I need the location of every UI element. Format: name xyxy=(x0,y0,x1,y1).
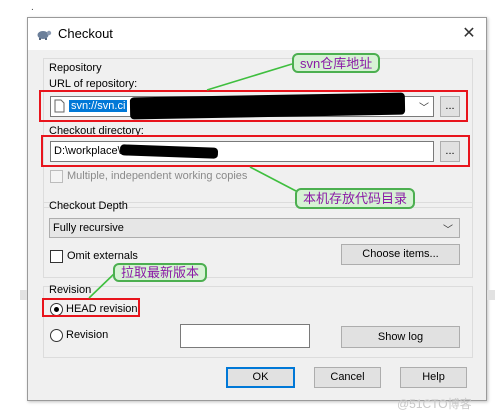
local-directory-callout: 本机存放代码目录 xyxy=(295,188,416,209)
arrow-to-url-box xyxy=(206,63,293,91)
annotation-arrows xyxy=(88,63,297,299)
watermark: @51CTO博客 xyxy=(397,397,472,411)
svn-address-callout: svn仓库地址 xyxy=(292,53,381,73)
pull-latest-callout: 拉取最新版本 xyxy=(113,263,208,282)
arrow-to-directory-box xyxy=(249,166,297,192)
arrow-to-head-revision-box xyxy=(88,271,117,299)
